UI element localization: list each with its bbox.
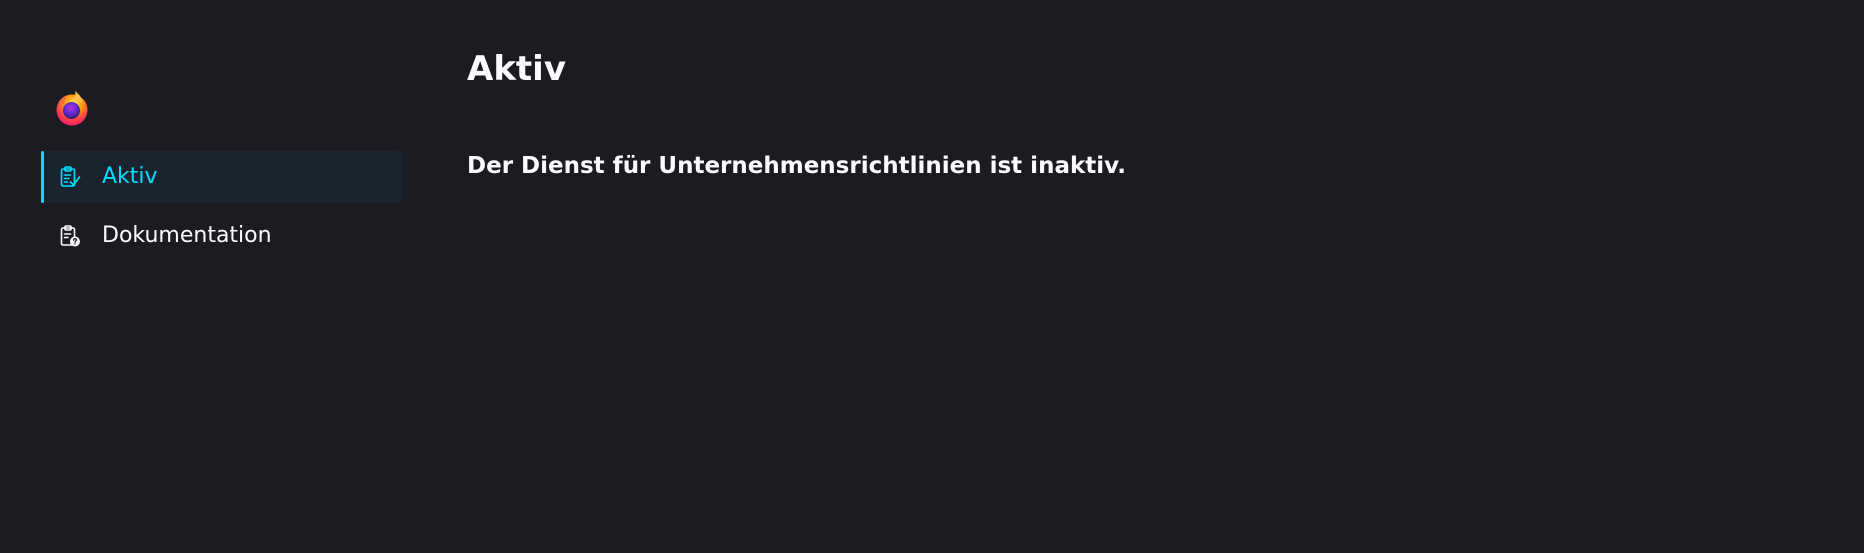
clipboard-help-icon xyxy=(58,224,82,248)
page-title: Aktiv xyxy=(467,49,566,89)
sidebar-item-dokumentation[interactable]: Dokumentation xyxy=(41,210,402,262)
sidebar: Aktiv Dokumentation xyxy=(41,0,402,553)
sidebar-item-aktiv[interactable]: Aktiv xyxy=(41,151,402,203)
sidebar-item-label: Dokumentation xyxy=(102,223,272,248)
policy-status-message: Der Dienst für Unternehmensrichtlinien i… xyxy=(467,153,1126,179)
clipboard-check-icon xyxy=(58,165,82,189)
policies-page: Aktiv Dokumentation Aktiv Der Dienst für… xyxy=(0,0,1864,553)
main-content: Aktiv Der Dienst für Unternehmensrichtli… xyxy=(467,0,1864,553)
sidebar-item-label: Aktiv xyxy=(102,164,158,189)
firefox-logo-icon xyxy=(53,89,91,127)
